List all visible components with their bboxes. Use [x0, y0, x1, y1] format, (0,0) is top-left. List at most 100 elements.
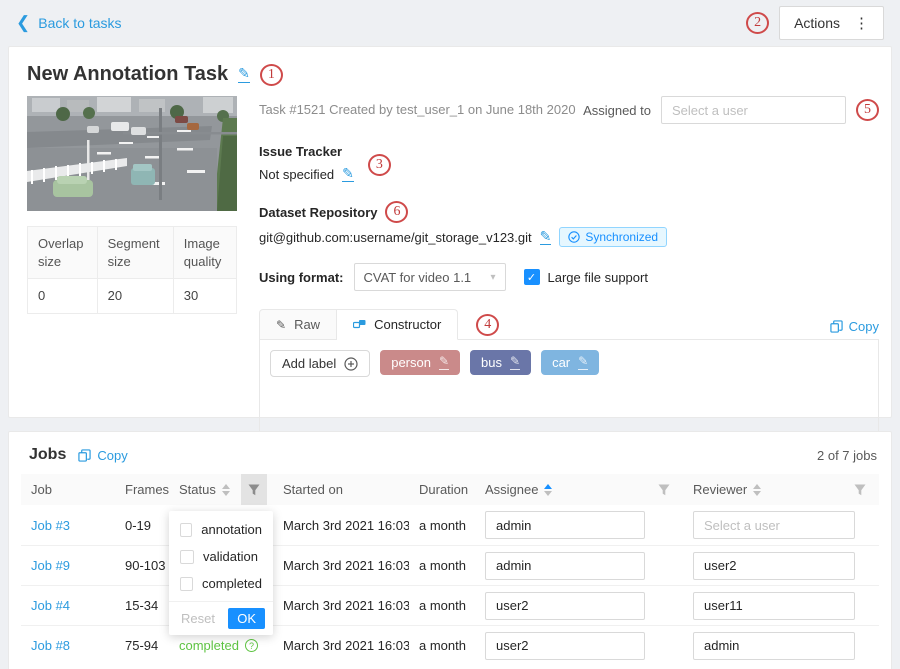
param-value-segment: 20 — [97, 279, 173, 314]
job-row-9: Job #9 90-103 March 3rd 2021 16:03 a mon… — [21, 545, 879, 585]
started-cell: March 3rd 2021 16:03 — [273, 598, 409, 613]
large-file-support-checkbox[interactable]: ✓ Large file support — [524, 269, 648, 285]
actions-label: Actions — [794, 15, 840, 31]
large-file-support-label: Large file support — [548, 270, 648, 285]
filter-reset-button[interactable]: Reset — [177, 609, 219, 628]
dataset-repository-label: Dataset Repository — [259, 205, 377, 220]
column-header-reviewer[interactable]: Reviewer — [683, 474, 879, 505]
checkbox-unchecked-icon — [180, 523, 192, 537]
filter-option-validation[interactable]: validation — [169, 543, 273, 570]
assignee-input[interactable] — [485, 632, 645, 660]
task-meta-text: Task #1521 Created by test_user_1 on Jun… — [259, 96, 576, 117]
param-value-quality: 30 — [173, 279, 236, 314]
assigned-to-label: Assigned to — [583, 103, 651, 118]
job-row-3: Job #3 0-19 March 3rd 2021 16:03 a month — [21, 505, 879, 545]
question-circle-icon: ? — [245, 639, 258, 652]
task-details-card: New Annotation Task ✎ 1 — [8, 46, 892, 418]
chevron-down-icon: ▾ — [490, 272, 495, 283]
more-vertical-icon: ⋮ — [854, 14, 869, 32]
copy-labels-button[interactable]: Copy — [830, 319, 879, 334]
job-link[interactable]: Job #3 — [31, 518, 70, 533]
edit-repository-icon[interactable]: ✎ — [540, 229, 552, 245]
format-select-value: CVAT for video 1.1 — [364, 270, 472, 285]
tab-constructor[interactable]: Constructor — [337, 309, 458, 340]
jobs-card: Jobs Copy 2 of 7 jobs Job Frames Status … — [8, 431, 892, 669]
label-chip-car[interactable]: car ✎ — [541, 350, 599, 375]
duration-cell: a month — [409, 518, 475, 533]
assignee-input[interactable] — [485, 592, 645, 620]
copy-jobs-button[interactable]: Copy — [78, 448, 127, 463]
sort-icon-reviewer[interactable] — [753, 484, 761, 496]
job-link[interactable]: Job #4 — [31, 598, 70, 613]
copy-icon — [830, 320, 843, 333]
checkbox-unchecked-icon — [180, 550, 194, 564]
reviewer-input[interactable] — [693, 632, 855, 660]
sort-icon-status[interactable] — [222, 484, 230, 496]
filter-ok-button[interactable]: OK — [228, 608, 265, 629]
param-header-quality: Image quality — [173, 227, 236, 279]
tab-raw[interactable]: ✎ Raw — [259, 309, 337, 340]
chevron-left-icon: ❮ — [16, 14, 30, 31]
edit-issue-tracker-icon[interactable]: ✎ — [342, 166, 354, 182]
edit-label-icon[interactable]: ✎ — [439, 355, 449, 369]
sync-check-icon — [568, 231, 580, 243]
label-chip-person[interactable]: person ✎ — [380, 350, 460, 375]
reviewer-input[interactable] — [693, 592, 855, 620]
issue-tracker-value: Not specified — [259, 167, 334, 182]
repository-url: git@github.com:username/git_storage_v123… — [259, 230, 532, 245]
sort-icon-assignee[interactable] — [544, 484, 552, 496]
label-chip-bus[interactable]: bus ✎ — [470, 350, 531, 375]
job-row-8: Job #8 75-94 completed ? March 3rd 2021 … — [21, 625, 879, 665]
reviewer-input[interactable] — [693, 511, 855, 539]
status-cell: completed ? — [179, 638, 273, 653]
reviewer-input[interactable] — [693, 552, 855, 580]
assignee-input[interactable] — [485, 552, 645, 580]
job-link[interactable]: Job #9 — [31, 558, 70, 573]
duration-cell: a month — [409, 598, 475, 613]
assignee-input[interactable] — [485, 511, 645, 539]
filter-icon-status[interactable] — [241, 474, 267, 505]
frames-cell: 0-19 — [115, 518, 169, 533]
annotation-marker-5: 5 — [856, 99, 879, 121]
plus-circle-icon — [344, 357, 358, 371]
build-icon — [353, 318, 366, 331]
issue-tracker-label: Issue Tracker — [259, 144, 879, 159]
annotation-marker-6: 6 — [385, 201, 408, 223]
frames-cell: 15-34 — [115, 598, 169, 613]
jobs-table: Job Frames Status Started on Duration As… — [21, 474, 879, 665]
add-label-button[interactable]: Add label — [270, 350, 370, 377]
duration-cell: a month — [409, 558, 475, 573]
status-filter-dropdown: annotation validation completed Reset OK — [169, 511, 273, 635]
pencil-icon: ✎ — [276, 318, 286, 332]
edit-label-icon[interactable]: ✎ — [578, 355, 588, 369]
jobs-title: Jobs — [29, 446, 66, 464]
filter-option-annotation[interactable]: annotation — [169, 516, 273, 543]
jobs-count: 2 of 7 jobs — [817, 448, 877, 463]
filter-option-completed[interactable]: completed — [169, 570, 273, 597]
column-header-job: Job — [21, 482, 115, 497]
actions-button[interactable]: Actions ⋮ — [779, 6, 884, 40]
edit-label-icon[interactable]: ✎ — [510, 355, 520, 369]
annotation-marker-4: 4 — [476, 314, 499, 336]
sync-status-label: Synchronized — [585, 230, 658, 244]
annotation-marker-2: 2 — [746, 12, 769, 34]
label-chip-car-text: car — [552, 355, 570, 370]
task-title: New Annotation Task — [27, 63, 228, 86]
frames-cell: 90-103 — [115, 558, 169, 573]
checkbox-unchecked-icon — [180, 577, 193, 591]
filter-icon-reviewer[interactable] — [847, 474, 873, 505]
column-header-frames: Frames — [115, 482, 169, 497]
label-chip-person-text: person — [391, 355, 431, 370]
add-label-text: Add label — [282, 356, 336, 371]
copy-jobs-label: Copy — [97, 448, 127, 463]
edit-title-icon[interactable]: ✎ — [238, 66, 250, 82]
started-cell: March 3rd 2021 16:03 — [273, 558, 409, 573]
format-select[interactable]: CVAT for video 1.1 ▾ — [354, 263, 506, 291]
duration-cell: a month — [409, 638, 475, 653]
filter-icon-assignee[interactable] — [651, 474, 677, 505]
job-link[interactable]: Job #8 — [31, 638, 70, 653]
column-header-status[interactable]: Status — [169, 474, 273, 505]
assigned-to-input[interactable] — [661, 96, 846, 124]
back-to-tasks-link[interactable]: ❮ Back to tasks — [16, 15, 122, 32]
column-header-assignee[interactable]: Assignee — [475, 474, 683, 505]
